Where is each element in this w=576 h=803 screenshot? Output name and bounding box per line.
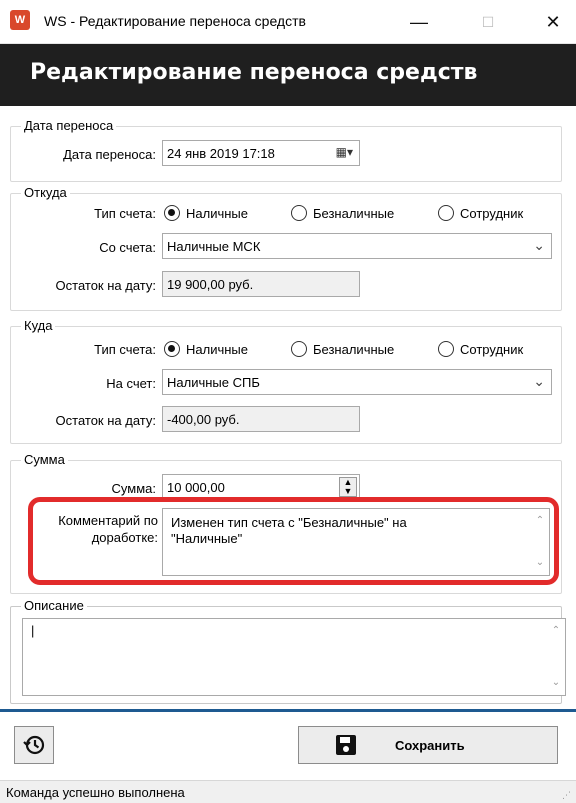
transfer-date-picker[interactable]: 24 янв 2019 17:18 ▦▾ xyxy=(162,140,360,166)
radio-unchecked-icon xyxy=(291,205,307,221)
from-account-select[interactable]: Наличные МСК ⌄ xyxy=(162,233,552,259)
page-title: Редактирование переноса средств xyxy=(30,60,478,85)
footer-accent-line xyxy=(0,709,576,712)
transfer-date-value: 24 янв 2019 17:18 xyxy=(167,146,275,161)
window-titlebar: W WS - Редактирование переноса средств —… xyxy=(0,0,576,44)
from-account-value: Наличные МСК xyxy=(167,239,261,254)
to-legend: Куда xyxy=(21,318,56,333)
radio-label: Наличные xyxy=(186,205,248,221)
from-balance-label: Остаток на дату: xyxy=(55,278,156,293)
app-icon: W xyxy=(10,10,30,30)
description-textarea[interactable]: | ⌃ ⌄ xyxy=(22,618,566,696)
from-balance-field: 19 900,00 руб. xyxy=(162,271,360,297)
scroll-up-icon[interactable]: ⌃ xyxy=(547,623,565,639)
from-account-type-label: Тип счета: xyxy=(94,206,156,221)
description-legend: Описание xyxy=(21,598,87,613)
calendar-icon[interactable]: ▦▾ xyxy=(336,145,353,159)
status-text: Команда успешно выполнена xyxy=(6,785,185,800)
to-account-type-label: Тип счета: xyxy=(94,342,156,357)
to-balance-value: -400,00 руб. xyxy=(167,412,240,427)
to-account-select[interactable]: Наличные СПБ ⌄ xyxy=(162,369,552,395)
save-icon xyxy=(336,735,356,755)
amount-legend: Сумма xyxy=(21,452,68,467)
description-scrollbar[interactable]: ⌃ ⌄ xyxy=(547,619,565,695)
to-radio-cash[interactable]: Наличные xyxy=(164,341,248,357)
radio-label: Сотрудник xyxy=(460,205,524,221)
from-radio-noncash[interactable]: Безналичные xyxy=(291,205,394,221)
to-radio-noncash[interactable]: Безналичные xyxy=(291,341,394,357)
radio-label: Наличные xyxy=(186,341,248,357)
window-title: WS - Редактирование переноса средств xyxy=(44,13,306,29)
to-radio-employee[interactable]: Сотрудник xyxy=(438,341,523,357)
radio-checked-icon xyxy=(164,205,180,221)
status-bar: Команда успешно выполнена ⋰ xyxy=(0,780,576,803)
radio-label: Безналичные xyxy=(313,205,395,221)
from-radio-cash[interactable]: Наличные xyxy=(164,205,248,221)
save-button-label: Сохранить xyxy=(395,738,465,753)
to-account-value: Наличные СПБ xyxy=(167,375,260,390)
radio-unchecked-icon xyxy=(438,205,454,221)
radio-label: Сотрудник xyxy=(460,341,524,357)
minimize-button[interactable]: — xyxy=(396,0,442,44)
from-account-label: Со счета: xyxy=(99,240,156,255)
page-header: Редактирование переноса средств xyxy=(0,44,576,106)
to-balance-label: Остаток на дату: xyxy=(55,413,156,428)
to-balance-field: -400,00 руб. xyxy=(162,406,360,432)
from-radio-employee[interactable]: Сотрудник xyxy=(438,205,523,221)
from-balance-value: 19 900,00 руб. xyxy=(167,277,254,292)
amount-value: 10 000,00 xyxy=(167,480,225,495)
radio-checked-icon xyxy=(164,341,180,357)
comment-highlight-frame xyxy=(28,497,559,585)
radio-unchecked-icon xyxy=(291,341,307,357)
to-account-label: На счет: xyxy=(106,376,156,391)
scroll-down-icon[interactable]: ⌄ xyxy=(547,675,565,691)
transfer-date-legend: Дата переноса xyxy=(21,118,117,133)
amount-label: Сумма: xyxy=(111,481,156,496)
radio-unchecked-icon xyxy=(438,341,454,357)
description-value: | xyxy=(31,623,35,638)
resize-grip-icon[interactable]: ⋰ xyxy=(562,790,572,800)
maximize-button[interactable]: ☐ xyxy=(465,0,511,44)
history-button[interactable] xyxy=(14,726,54,764)
spinner-icon[interactable]: ▲ ▼ xyxy=(339,477,357,497)
close-button[interactable]: ✕ xyxy=(530,0,576,44)
chevron-down-icon: ⌄ xyxy=(533,237,545,253)
transfer-date-label: Дата переноса: xyxy=(63,147,156,162)
chevron-down-icon: ⌄ xyxy=(533,373,545,389)
from-legend: Откуда xyxy=(21,185,70,200)
history-icon xyxy=(23,735,45,755)
save-button[interactable]: Сохранить xyxy=(298,726,558,764)
radio-label: Безналичные xyxy=(313,341,395,357)
